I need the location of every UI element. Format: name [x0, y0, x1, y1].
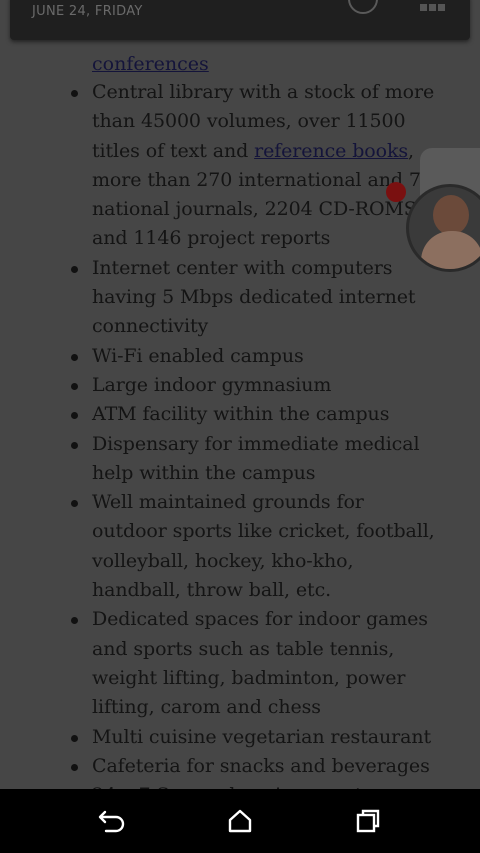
- reference-books-link[interactable]: reference books: [254, 140, 408, 162]
- list-item: Cafeteria for snacks and beverages: [71, 752, 442, 781]
- article-view[interactable]: conferences Central library with a stock…: [0, 0, 480, 789]
- list-item: Dedicated spaces for indoor games and sp…: [71, 605, 442, 722]
- list-item: Wi-Fi enabled campus: [71, 342, 442, 371]
- list-item-text: Wi-Fi enabled campus: [92, 344, 304, 367]
- grid-icon[interactable]: [420, 0, 448, 11]
- list-item: 24 x 7 Secured environment managed: [92, 781, 442, 789]
- list-item: Dispensary for immediate medical help wi…: [71, 430, 442, 489]
- back-icon: [98, 810, 125, 833]
- list-item-text: Dispensary for immediate medical help wi…: [92, 432, 420, 484]
- list-item: ATM facility within the campus: [71, 400, 442, 429]
- date-text: JUNE 24, FRIDAY: [32, 4, 143, 19]
- list-item-text: Large indoor gymnasium: [92, 373, 332, 396]
- list-item: Multi cuisine vegetarian restaurant: [71, 723, 442, 752]
- back-button[interactable]: [92, 803, 132, 839]
- list-item: Large indoor gymnasium: [71, 371, 442, 400]
- list-item-text: Dedicated spaces for indoor games and sp…: [92, 608, 428, 719]
- avatar-face: [433, 195, 469, 235]
- notification-badge: [386, 182, 406, 202]
- avatar-body: [421, 231, 480, 269]
- list-item-text: Multi cuisine vegetarian restaurant: [92, 725, 431, 748]
- recents-button[interactable]: [348, 803, 388, 839]
- home-button[interactable]: [220, 803, 260, 839]
- list-item-text: Internet center with computers having 5 …: [92, 256, 416, 338]
- home-icon: [228, 809, 252, 833]
- facilities-list: Central library with a stock of more tha…: [0, 78, 442, 789]
- settings-circle-icon[interactable]: [348, 0, 378, 14]
- notification-shade[interactable]: JUNE 24, FRIDAY: [10, 0, 470, 40]
- conferences-link[interactable]: conferences: [92, 50, 209, 79]
- list-item-text: Well maintained grounds for outdoor spor…: [92, 491, 435, 602]
- list-item: Well maintained grounds for outdoor spor…: [71, 488, 442, 605]
- list-item: Central library with a stock of more tha…: [71, 78, 442, 254]
- recents-icon: [356, 809, 380, 833]
- navigation-bar: [0, 789, 480, 853]
- list-item-text: ATM facility within the campus: [92, 403, 390, 426]
- list-item: Internet center with computers having 5 …: [71, 254, 442, 342]
- list-item-text: Cafeteria for snacks and beverages: [92, 754, 430, 777]
